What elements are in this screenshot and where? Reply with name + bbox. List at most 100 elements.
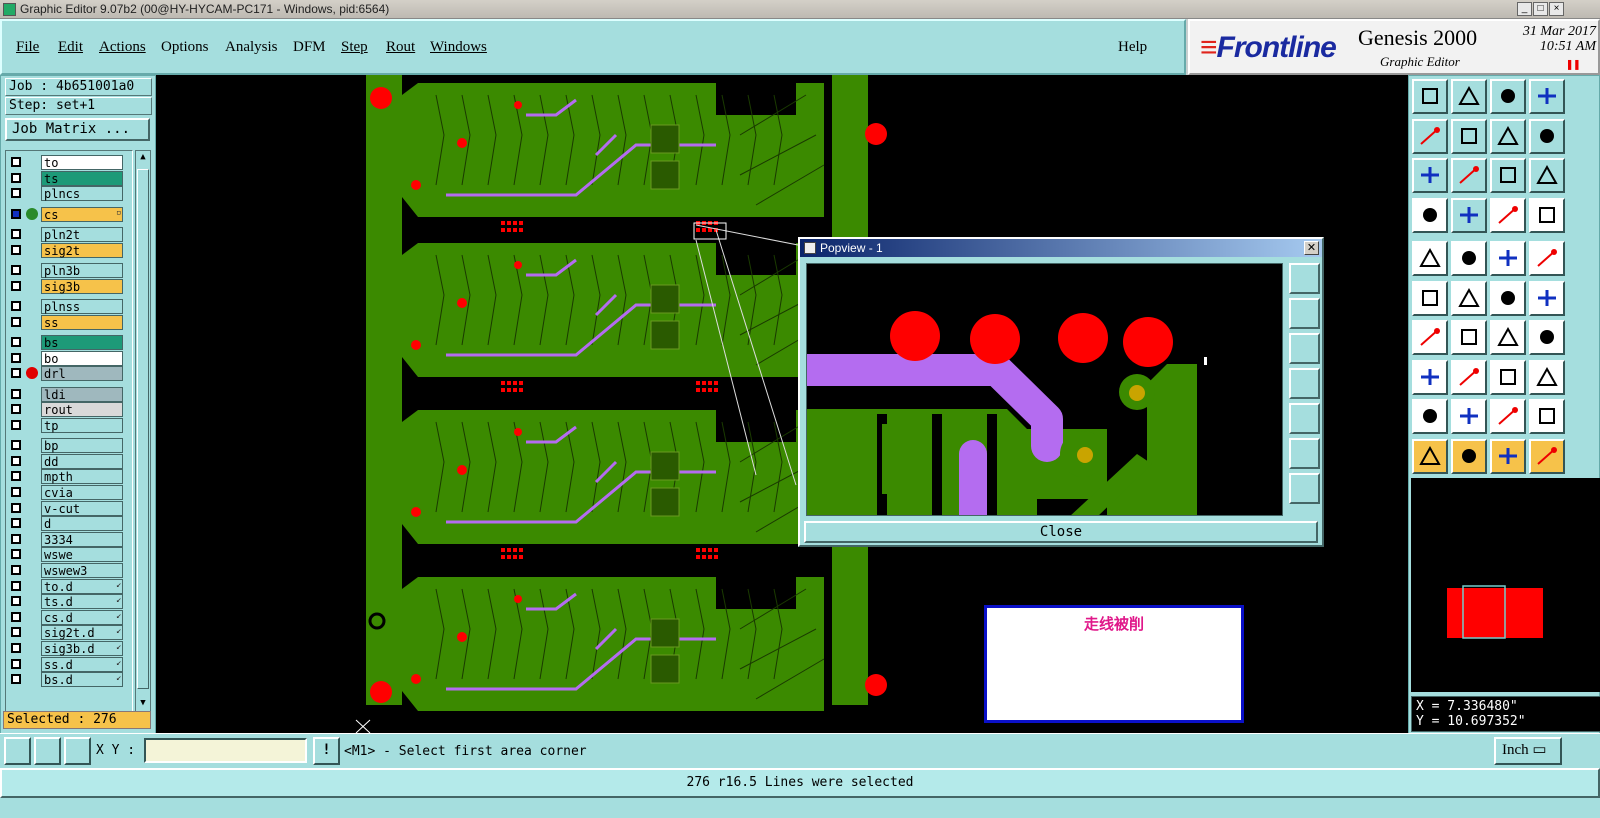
layer-name[interactable]: pln2t [41, 227, 123, 242]
layer-row-bs.d[interactable]: bs.d ↙ [6, 672, 132, 688]
select-pad-icon[interactable] [1412, 241, 1448, 276]
add-arc-d-icon[interactable] [1529, 399, 1565, 434]
layer-checkbox[interactable] [11, 419, 21, 430]
layer-checkbox[interactable] [11, 502, 21, 513]
layer-row-bs[interactable]: bs [6, 335, 132, 350]
add-arc-c-icon[interactable] [1490, 399, 1526, 434]
layer-checkbox[interactable] [11, 533, 21, 544]
layer-row-sig2t.d[interactable]: sig2t.d ↙ [6, 625, 132, 641]
layer-checkbox[interactable] [11, 337, 21, 347]
fit-all-icon[interactable] [1451, 158, 1487, 193]
layer-row-ss.d[interactable]: ss.d ↙ [6, 656, 132, 672]
layer-row-bo[interactable]: bo [6, 350, 132, 366]
layer-name[interactable]: to [41, 155, 123, 170]
layer-name[interactable]: cs.d [41, 609, 123, 625]
add-arc-a-icon[interactable] [1412, 399, 1448, 434]
layer-name[interactable]: pln3b [41, 263, 123, 278]
layer-name[interactable]: bs [41, 335, 123, 350]
stretch-icon[interactable] [1490, 359, 1526, 395]
layer-row-bp[interactable]: bp [6, 438, 132, 454]
split-view-icon[interactable] [1529, 79, 1565, 114]
layer-checkbox[interactable] [11, 301, 21, 311]
popview-zoom-out-icon[interactable] [1289, 473, 1320, 504]
layer-checkbox[interactable] [11, 611, 21, 622]
layer-row-to.d[interactable]: to.d ↙ [6, 578, 132, 594]
net-select-icon[interactable] [1529, 359, 1565, 395]
layer-name[interactable]: bo [41, 350, 123, 366]
layer-checkbox[interactable] [11, 404, 21, 415]
popview-close-button[interactable]: Close [804, 521, 1318, 543]
layer-name[interactable]: sig2t.d [41, 625, 123, 641]
layer-row-wswew3[interactable]: wswew3 [6, 563, 132, 578]
layer-name[interactable]: ts.d [41, 594, 123, 610]
layer-name[interactable]: to.d [41, 578, 123, 594]
measure-icon[interactable] [1412, 197, 1448, 233]
menu-edit[interactable]: Edit [58, 39, 83, 56]
layer-checkbox[interactable] [11, 280, 21, 291]
menu-file[interactable]: File [16, 39, 39, 56]
pointer-c-icon[interactable] [1490, 438, 1526, 474]
layer-name[interactable]: ldi [41, 386, 123, 402]
alert-icon[interactable]: ! [313, 737, 340, 765]
layer-name[interactable]: ss.d [41, 656, 123, 672]
layer-row-plncs[interactable]: plncs [6, 186, 132, 202]
layer-name[interactable]: tp [41, 417, 123, 433]
layer-name[interactable]: drl [41, 366, 123, 382]
home-icon[interactable] [1490, 79, 1526, 114]
cross-select-icon[interactable] [1451, 280, 1487, 316]
layer-checkbox[interactable] [11, 518, 21, 529]
layer-name[interactable]: sig3b [41, 278, 123, 294]
query-icon[interactable] [1529, 158, 1565, 193]
layer-row-plnss[interactable]: plnss [6, 299, 132, 314]
fit-vertical-icon[interactable] [1412, 158, 1448, 193]
add-line-icon[interactable] [1451, 359, 1487, 395]
layer-compare-b-icon[interactable] [1529, 197, 1565, 233]
popview-pan-up-icon[interactable] [1289, 298, 1320, 329]
popview-fit-icon[interactable] [1289, 438, 1320, 469]
layer-name[interactable]: mpth [41, 469, 123, 485]
layer-list[interactable]: to ts plncs cs ▫ pln2t sig2t pln3b sig3b plnss ss b… [5, 150, 133, 712]
layer-checkbox[interactable] [11, 388, 21, 399]
popview-pan-left-icon[interactable] [1289, 368, 1320, 399]
menu-windows[interactable]: Windows [430, 39, 487, 56]
layer-checkbox[interactable] [11, 674, 21, 685]
popview-canvas[interactable] [806, 263, 1283, 516]
layer-row-drl[interactable]: drl [6, 366, 132, 382]
layer-row-to[interactable]: to [6, 155, 132, 170]
scale-1-2-icon[interactable] [1490, 158, 1526, 193]
layer-name[interactable]: wswew3 [41, 563, 123, 578]
scroll-down-icon[interactable]: ▼ [137, 698, 149, 710]
layer-name[interactable]: cs [41, 206, 123, 222]
popview-window[interactable]: Popview - 1 ✕ Close [798, 237, 1324, 547]
layer-row-3334[interactable]: 3334 [6, 531, 132, 547]
layer-name[interactable]: plnss [41, 299, 123, 314]
menu-help[interactable]: Help [1118, 39, 1147, 56]
layer-name[interactable]: wswe [41, 547, 123, 563]
layer-row-cs[interactable]: cs ▫ [6, 206, 132, 222]
move-node-icon[interactable] [1490, 280, 1526, 316]
layer-row-sig3b[interactable]: sig3b [6, 278, 132, 294]
layer-name[interactable]: plncs [41, 186, 123, 202]
popview-pan-right-icon[interactable] [1289, 403, 1320, 434]
mirror-text-icon[interactable] [1529, 320, 1565, 355]
menu-dfm[interactable]: DFM [293, 39, 326, 56]
select-trace-icon[interactable] [1451, 241, 1487, 276]
slant-line-icon[interactable] [1451, 320, 1487, 355]
layer-checkbox[interactable] [11, 549, 21, 560]
layer-name[interactable]: 3334 [41, 531, 123, 547]
angle-edit-icon[interactable] [1412, 320, 1448, 355]
layer-name[interactable]: dd [41, 453, 123, 469]
layer-row-sig2t[interactable]: sig2t [6, 242, 132, 258]
layer-checkbox[interactable] [11, 368, 21, 379]
layer-row-pln3b[interactable]: pln3b [6, 263, 132, 278]
layer-checkbox[interactable] [11, 265, 21, 275]
popview-pan-down-icon[interactable] [1289, 333, 1320, 364]
layer-checkbox[interactable] [11, 440, 21, 451]
layer-checkbox[interactable] [11, 208, 21, 219]
layer-name[interactable]: v-cut [41, 500, 123, 516]
minimap[interactable] [1411, 478, 1600, 692]
rotate-icon[interactable] [1490, 320, 1526, 355]
layer-row-pln2t[interactable]: pln2t [6, 227, 132, 242]
layer-row-cs.d[interactable]: cs.d ↙ [6, 609, 132, 625]
close-window-button[interactable]: × [1549, 2, 1564, 16]
